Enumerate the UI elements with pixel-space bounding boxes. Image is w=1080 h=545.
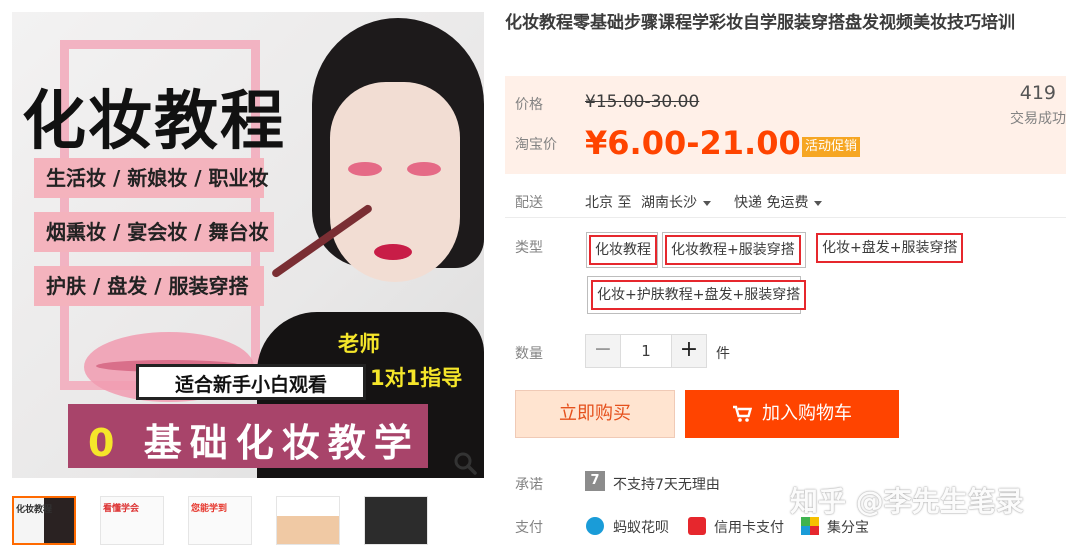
main-product-image[interactable]: 化妆教程 生活妆 / 新娘妆 / 职业妆 烟熏妆 / 宴会妆 / 舞台妆 护肤 …	[12, 12, 484, 478]
shipping-method-select[interactable]: 快递 免运费	[734, 192, 823, 212]
thumbnail-4[interactable]	[276, 496, 340, 545]
image-tag-line-3: 护肤 / 盘发 / 服装穿搭	[34, 266, 264, 306]
image-tag-line-1: 生活妆 / 新娘妆 / 职业妆	[34, 158, 268, 198]
promo-badge[interactable]: 活动促销	[802, 137, 861, 157]
original-price: ¥15.00-30.00	[585, 92, 700, 112]
taobao-price-label: 淘宝价	[515, 137, 557, 153]
quantity-increase-button[interactable]: +	[672, 335, 706, 367]
promise-label: 承诺	[515, 477, 543, 493]
thumbnail-label: 化妆教程	[16, 505, 53, 515]
type-option-3[interactable]: 化妆+盘发+服装穿搭	[816, 233, 964, 263]
quantity-unit: 件	[716, 346, 730, 362]
thumbnail-5[interactable]	[364, 496, 428, 545]
shipping-from: 北京 至	[585, 195, 632, 211]
image-zero-digit: 0	[88, 421, 123, 465]
image-teacher-text: 老师	[338, 332, 380, 356]
payment-credit-card[interactable]: 信用卡支付	[714, 517, 784, 537]
image-newbie-banner: 适合新手小白观看	[136, 364, 366, 400]
zhihu-watermark: 知乎 @李先生笔录	[790, 485, 1024, 518]
promise-text[interactable]: 不支持7天无理由	[613, 474, 720, 494]
image-tag-line-2: 烟熏妆 / 宴会妆 / 舞台妆	[34, 212, 274, 252]
shipping-destination-select[interactable]: 湖南长沙	[641, 192, 711, 212]
quantity-label: 数量	[515, 346, 543, 362]
chevron-down-icon	[703, 200, 711, 206]
zoom-icon[interactable]	[452, 450, 478, 476]
model-lips	[374, 244, 412, 260]
image-big-title: 化妆教程	[22, 85, 286, 159]
image-one-on-one-text: 1对1指导	[370, 366, 463, 390]
type-option-2[interactable]: 化妆教程+服装穿搭	[665, 235, 801, 265]
model-eye-makeup	[407, 162, 441, 176]
quantity-decrease-button[interactable]: −	[586, 335, 620, 367]
current-price: ¥6.00-21.00	[585, 124, 801, 162]
model-eye-makeup	[348, 162, 382, 176]
thumbnail-2[interactable]: 看懂学会	[100, 496, 164, 545]
thumbnail-3[interactable]: 您能学到	[188, 496, 252, 545]
shipping-method: 快递 免运费	[734, 195, 809, 211]
type-label: 类型	[515, 240, 543, 256]
thumbnail-strip: 化妆教程 看懂学会 您能学到	[12, 496, 482, 545]
sold-count: 419	[1019, 82, 1056, 104]
cart-icon	[733, 405, 753, 422]
type-option-4[interactable]: 化妆+护肤教程+盘发+服装穿搭	[591, 280, 807, 310]
chevron-down-icon	[814, 200, 823, 206]
image-zero-label: 基础化妆教学	[143, 421, 420, 465]
payment-huabei[interactable]: 蚂蚁花呗	[613, 517, 669, 537]
product-title: 化妆教程零基础步骤课程学彩妆自学服装穿搭盘发视频美妆技巧培训	[505, 13, 1015, 33]
image-zero-text: 0 基础化妆教学	[88, 412, 420, 467]
thumbnail-1[interactable]: 化妆教程	[12, 496, 76, 545]
shipping-label: 配送	[515, 195, 543, 211]
quantity-stepper: − 1 +	[585, 334, 707, 368]
sold-label: 交易成功	[1010, 111, 1066, 127]
price-label: 价格	[515, 97, 543, 113]
add-to-cart-button[interactable]: 加入购物车	[685, 390, 899, 438]
add-to-cart-label: 加入购物车	[762, 403, 852, 424]
buy-now-button[interactable]: 立即购买	[515, 390, 675, 438]
payment-jifenbao[interactable]: 集分宝	[827, 517, 869, 537]
quantity-input[interactable]: 1	[620, 335, 672, 367]
type-option-1[interactable]: 化妆教程	[589, 235, 657, 265]
shipping-destination: 湖南长沙	[641, 195, 697, 211]
no-return-icon: 7	[585, 471, 605, 491]
credit-card-icon	[688, 517, 706, 535]
thumbnail-label: 您能学到	[191, 504, 228, 514]
thumbnail-label: 看懂学会	[103, 504, 140, 514]
huabei-icon	[586, 517, 604, 535]
payment-label: 支付	[515, 520, 543, 536]
